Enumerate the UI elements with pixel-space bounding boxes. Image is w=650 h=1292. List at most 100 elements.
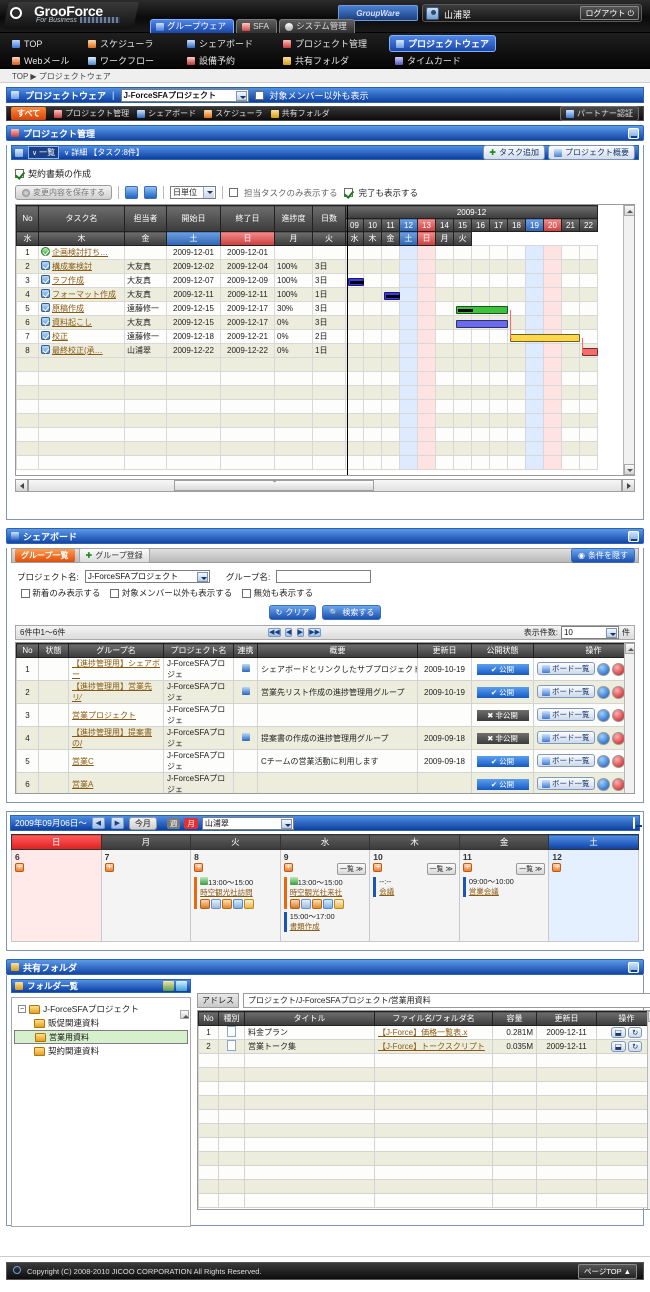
task-status-icon[interactable] <box>41 303 50 312</box>
partner-auth-button[interactable]: パートナー認証 <box>560 106 639 121</box>
day-list-button[interactable]: 一覧 ≫ <box>426 863 456 875</box>
calendar-event[interactable]: --:-- 会議 <box>373 877 456 897</box>
menu-item-projectware[interactable]: プロジェクトウェア <box>389 35 497 52</box>
calendar-event[interactable]: 13:00～15:00 時空観光社訪問 <box>194 877 277 909</box>
table-row[interactable]: 1 【進捗管理用】シェアボー J-ForceSFAプロジェ シェアボードとリンクしたサ… <box>16 657 634 681</box>
tab-groupware[interactable]: グループウェア <box>150 19 234 33</box>
upload-icon[interactable] <box>176 981 187 991</box>
gantt-task-row[interactable]: 8 最終校正(承… 山浦翠 2009-12-22 2009-12-22 0% 1日 <box>16 343 598 358</box>
file-actions[interactable]: ⬓ ↻ <box>596 1025 650 1040</box>
task-status-icon[interactable] <box>41 317 50 326</box>
new-folder-icon[interactable] <box>163 981 174 991</box>
gantt-task-row[interactable]: 5 原稿作成 遠藤修一 2009-12-15 2009-12-17 30% 3日 <box>16 301 598 316</box>
attach-icon[interactable] <box>233 899 244 909</box>
table-row[interactable]: 3 営業プロジェクト J-ForceSFAプロジェ ✖ 非公開 ボード一覧 <box>16 703 634 727</box>
calendar-day-cell[interactable]: 6 <box>11 849 102 942</box>
add-task-button[interactable]: ✚ タスク追加 <box>483 145 545 160</box>
task-name-cell[interactable]: フォーマット作成 <box>38 287 125 302</box>
show-completed-checkbox[interactable] <box>343 188 353 197</box>
tab-group-list[interactable]: グループ一覧 <box>15 549 75 562</box>
scroll-left-button[interactable] <box>15 478 28 492</box>
edit-button[interactable] <box>596 685 610 699</box>
row-group[interactable]: 【進捗管理用】提案書の/ <box>68 726 164 750</box>
address-value[interactable]: プロジェクト/J-ForceSFAプロジェクト/営業用資料 <box>243 993 650 1008</box>
download-button[interactable]: ⬓ <box>610 1041 626 1052</box>
filter-scheduler[interactable]: スケジューラ <box>204 108 263 119</box>
calendar-day-cell[interactable]: 8 13:00～15:00時空観光社訪問 <box>190 849 281 942</box>
event-title[interactable]: 会議 <box>379 887 394 896</box>
file-actions[interactable]: ⬓ ↻ <box>596 1039 650 1054</box>
expand-toggle-icon[interactable]: − <box>18 1005 26 1013</box>
calendar-day-cell[interactable]: 11一覧 ≫09:00～10:00営業会議 <box>458 849 550 942</box>
calendar-event[interactable]: 15:00～17:00 書類作成 <box>283 912 367 932</box>
table-row[interactable]: 2 営業トーク集 【J-Force】トークスクリプト 0.035M 2009-12-11… <box>198 1039 650 1054</box>
folder-tree[interactable]: − J-ForceSFAプロジェクト 販促関連資料 営業用資料 契約関連資料 <box>11 997 191 1227</box>
menu-item-timecard[interactable]: タイムカード <box>389 53 467 68</box>
table-row[interactable]: 5 営業C J-ForceSFAプロジェ Cチームの営業活動に利用します 2009-09… <box>16 749 634 773</box>
week-view-button[interactable]: 週 <box>166 817 181 829</box>
nonmember-checkbox[interactable] <box>110 589 120 599</box>
report-icon[interactable] <box>289 899 300 909</box>
file-name[interactable]: 【J-Force】トークスクリプト <box>374 1039 493 1054</box>
filter-all-button[interactable]: すべて <box>11 107 47 120</box>
next-week-button[interactable]: ▶ <box>110 817 124 829</box>
filter-project-mgmt[interactable]: プロジェクト管理 <box>54 108 129 119</box>
board-list-button[interactable]: ボード一覧 <box>537 662 595 676</box>
scroll-up-button[interactable] <box>180 1010 189 1019</box>
row-group[interactable]: 営業A <box>68 772 164 793</box>
gantt-hscroll-thumb[interactable] <box>174 479 374 491</box>
history-button[interactable]: ↻ <box>628 1041 643 1052</box>
gantt-hscroll-track[interactable] <box>28 478 622 492</box>
add-event-button[interactable] <box>462 862 472 872</box>
search-button[interactable]: 🔍 検索する <box>322 605 382 620</box>
schedule-user-select[interactable]: 山浦翠 <box>201 816 294 830</box>
row-actions[interactable]: ボード一覧 <box>533 726 634 750</box>
minimize-button[interactable] <box>628 961 639 973</box>
menu-item-facility[interactable]: 設備予約 <box>181 53 273 68</box>
gantt-task-row[interactable]: 3 ラフ作成 大友真 2009-12-07 2009-12-09 100% 3日 <box>16 273 598 288</box>
table-row[interactable]: 4 【進捗管理用】提案書の/J-ForceSFAプロジェ 提案書の作成の進捗管理用グ… <box>16 726 634 750</box>
table-row[interactable]: 2 【進捗管理用】営業先リ⁄ J-ForceSFAプロジェ 営業先リスト作成の進捗管理… <box>16 680 634 704</box>
add-event-button[interactable] <box>194 862 204 872</box>
prev-week-button[interactable]: ◀ <box>91 817 105 829</box>
edit-icon[interactable] <box>311 899 322 909</box>
row-actions[interactable]: ボード一覧 <box>533 703 634 727</box>
memo-icon[interactable] <box>211 899 222 909</box>
event-title[interactable]: 時空観光社訪問 <box>200 888 253 897</box>
add-event-button[interactable] <box>283 862 293 872</box>
minimize-button[interactable] <box>628 530 639 542</box>
shareboard-project-select[interactable]: J-ForceSFAプロジェクト <box>84 570 210 583</box>
tree-node[interactable]: 契約関連資料 <box>14 1044 188 1058</box>
task-status-icon[interactable] <box>41 345 50 354</box>
tree-node[interactable]: 営業用資料 <box>14 1030 188 1044</box>
board-list-button[interactable]: ボード一覧 <box>537 731 595 745</box>
calendar-day-cell[interactable]: 9 一覧 ≫ 13:00～15:00時空観光社来社 15:00～17:00書類作成 <box>279 849 371 942</box>
gantt-task-row[interactable]: 6 資料起こし 大友真 2009-12-15 2009-12-17 0% 3日 <box>16 315 598 330</box>
add-event-button[interactable] <box>104 862 114 872</box>
row-actions[interactable]: ボード一覧 <box>533 680 634 704</box>
minimize-button[interactable] <box>628 127 639 139</box>
attach-icon[interactable] <box>322 899 333 909</box>
menu-item-shared-folder[interactable]: 共有フォルダ <box>277 53 385 68</box>
add-event-button[interactable] <box>15 862 24 872</box>
day-list-button[interactable]: 一覧 ≫ <box>516 863 546 875</box>
menu-item-webmail[interactable]: Webメール <box>6 53 78 68</box>
minimize-button[interactable] <box>633 817 635 829</box>
project-checkbox[interactable] <box>15 169 24 178</box>
tree-node[interactable]: 販促関連資料 <box>14 1016 188 1030</box>
scroll-up-button[interactable] <box>625 643 634 654</box>
tab-system-admin[interactable]: システム管理 <box>279 19 355 33</box>
task-name-cell[interactable]: 校正 <box>38 329 125 344</box>
task-name-cell[interactable]: 原稿作成 <box>38 301 125 316</box>
gantt-task-row[interactable]: 2 構成案検討 大友真 2009-12-02 2009-12-04 100% 3日 <box>16 259 598 274</box>
edit-button[interactable] <box>596 731 610 745</box>
rows-per-page-select[interactable]: 10 <box>560 626 619 639</box>
next-page-button[interactable]: ▶ <box>296 628 305 637</box>
invalid-checkbox[interactable] <box>242 589 252 599</box>
report-icon[interactable] <box>200 899 211 909</box>
prev-page-button[interactable]: ◀ <box>285 628 293 637</box>
event-title[interactable]: 書類作成 <box>290 922 320 931</box>
first-page-button[interactable]: ◀◀ <box>268 628 281 637</box>
download-button[interactable]: ⬓ <box>610 1027 626 1038</box>
page-top-button[interactable]: ページTOP ▲ <box>577 1263 637 1279</box>
